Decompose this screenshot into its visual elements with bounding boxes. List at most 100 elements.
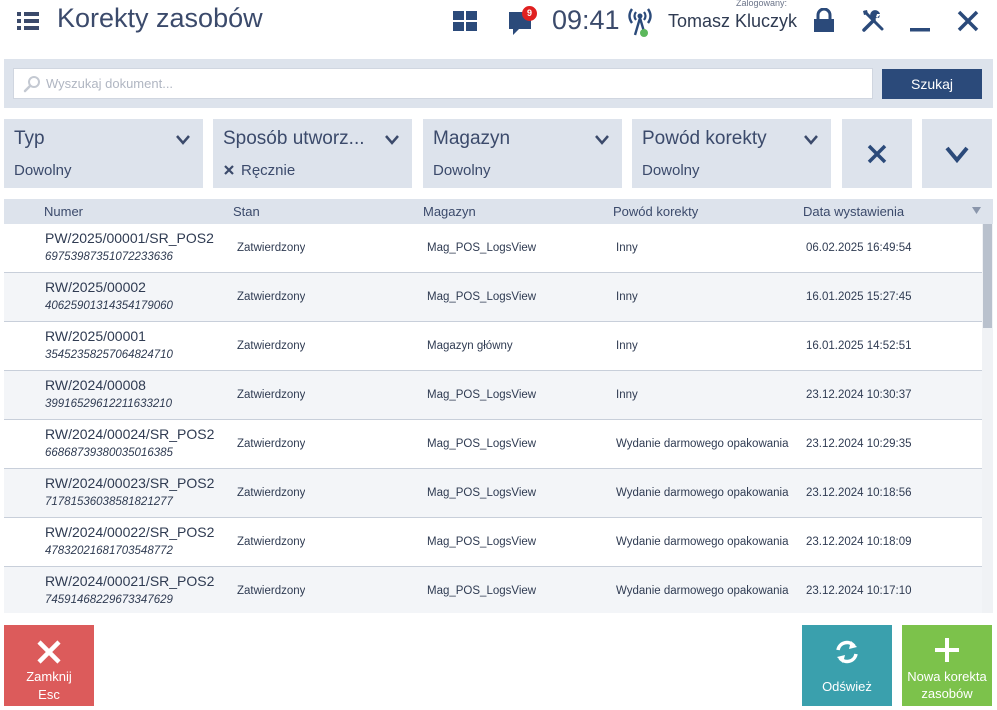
document-number: RW/2024/00008 — [45, 377, 146, 393]
document-date: 23.12.2024 10:29:35 — [806, 438, 912, 450]
close-icon — [37, 640, 61, 664]
document-reason: Inny — [616, 242, 638, 254]
document-number: RW/2024/00023/SR_POS2 — [45, 475, 215, 491]
filter-value: Ręcznie — [223, 162, 295, 179]
document-code: 40625901314354179060 — [45, 300, 173, 312]
search-field — [13, 68, 873, 99]
table-row[interactable]: RW/2024/00022/SR_POS2 478320216817035487… — [4, 518, 982, 567]
document-status: Zatwierdzony — [237, 438, 306, 450]
table-row[interactable]: RW/2025/00002 40625901314354179060 Zatwi… — [4, 273, 982, 322]
document-code: 71781536038581821277 — [45, 496, 173, 508]
document-status: Zatwierdzony — [237, 291, 306, 303]
page-title: Korekty zasobów — [57, 3, 263, 33]
document-warehouse: Mag_POS_LogsView — [427, 536, 537, 548]
scrollbar-thumb[interactable] — [983, 224, 992, 328]
document-code: 74591468229673347629 — [45, 594, 173, 606]
column-header-number[interactable]: Numer — [44, 204, 83, 219]
minimize-icon[interactable] — [908, 8, 932, 34]
filter-title: Typ — [14, 128, 45, 149]
table-header: Numer Stan Magazyn Powód korekty Data wy… — [4, 199, 993, 224]
new-button-label-line1: Nowa korekta — [907, 669, 987, 684]
chevron-down-icon — [176, 135, 190, 145]
close-button-shortcut: Esc — [38, 687, 60, 702]
notifications-button[interactable]: 9 — [507, 6, 537, 37]
document-warehouse: Mag_POS_LogsView — [427, 242, 537, 254]
tiles-icon[interactable] — [452, 10, 478, 32]
table-row[interactable]: RW/2024/00024/SR_POS2 668687393800350163… — [4, 420, 982, 469]
app-header: Korekty zasobów 9 09:41 Zalogowany: Toma… — [0, 0, 997, 46]
table-row[interactable]: RW/2024/00023/SR_POS2 717815360385818212… — [4, 469, 982, 518]
column-header-date[interactable]: Data wystawienia — [803, 204, 904, 219]
document-number: PW/2025/00001/SR_POS2 — [45, 230, 214, 246]
search-icon — [23, 76, 40, 93]
document-warehouse: Mag_POS_LogsView — [427, 585, 537, 597]
document-reason: Inny — [616, 340, 638, 352]
chevron-down-icon — [804, 135, 818, 145]
document-warehouse: Mag_POS_LogsView — [427, 438, 537, 450]
refresh-button[interactable]: Odśwież — [802, 625, 892, 706]
refresh-button-label: Odśwież — [822, 679, 872, 694]
remove-icon[interactable] — [223, 164, 235, 176]
document-number: RW/2024/00024/SR_POS2 — [45, 426, 215, 442]
close-button-label: Zamknij — [26, 669, 72, 684]
table-row[interactable]: RW/2025/00001 35452358257064824710 Zatwi… — [4, 322, 982, 371]
sort-descending-icon — [972, 207, 981, 214]
document-reason: Inny — [616, 389, 638, 401]
scrollbar[interactable] — [982, 224, 993, 613]
document-status: Zatwierdzony — [237, 340, 306, 352]
document-reason: Wydanie darmowego opakowania — [616, 536, 789, 548]
column-header-status[interactable]: Stan — [233, 204, 260, 219]
filter-value: Dowolny — [14, 162, 72, 179]
tools-icon[interactable] — [860, 8, 886, 34]
document-status: Zatwierdzony — [237, 242, 306, 254]
refresh-icon — [836, 640, 858, 664]
search-bar: Szukaj — [4, 59, 993, 108]
chevron-down-icon — [595, 135, 609, 145]
filter-reason[interactable]: Powód korekty Dowolny — [632, 119, 831, 188]
new-button-label-line2: zasobów — [921, 686, 973, 701]
table-row[interactable]: PW/2025/00001/SR_POS2 697539873510722336… — [4, 224, 982, 273]
filter-warehouse[interactable]: Magazyn Dowolny — [423, 119, 622, 188]
document-code: 47832021681703548772 — [45, 545, 173, 557]
filter-creation-method[interactable]: Sposób utworz... Ręcznie — [213, 119, 412, 188]
search-button[interactable]: Szukaj — [882, 69, 982, 99]
new-correction-button[interactable]: Nowa korekta zasobów — [902, 625, 992, 706]
filter-type[interactable]: Typ Dowolny — [4, 119, 203, 188]
table-row[interactable]: RW/2024/00008 39916529612211633210 Zatwi… — [4, 371, 982, 420]
clear-filters-button[interactable] — [842, 119, 912, 188]
search-input[interactable] — [46, 69, 866, 98]
filter-value-text: Ręcznie — [241, 162, 296, 179]
hamburger-icon[interactable] — [14, 9, 42, 33]
document-date: 23.12.2024 10:18:56 — [806, 487, 912, 499]
document-reason: Wydanie darmowego opakowania — [616, 585, 789, 597]
chevron-down-icon — [945, 146, 969, 163]
plus-icon — [935, 638, 959, 662]
signal-tower-icon — [628, 8, 652, 37]
document-list: PW/2025/00001/SR_POS2 697539873510722336… — [4, 224, 982, 613]
filter-value: Dowolny — [433, 162, 491, 179]
close-icon[interactable] — [956, 8, 980, 34]
document-date: 16.01.2025 15:27:45 — [806, 291, 912, 303]
document-code: 66868739380035016385 — [45, 447, 173, 459]
document-warehouse: Mag_POS_LogsView — [427, 487, 537, 499]
document-date: 23.12.2024 10:17:10 — [806, 585, 912, 597]
table-row[interactable]: RW/2024/00021/SR_POS2 745914682296733476… — [4, 567, 982, 613]
document-number: RW/2025/00002 — [45, 279, 146, 295]
document-reason: Inny — [616, 291, 638, 303]
column-header-reason[interactable]: Powód korekty — [613, 204, 698, 219]
lock-icon[interactable] — [812, 8, 836, 34]
document-date: 06.02.2025 16:49:54 — [806, 242, 912, 254]
document-code: 69753987351072233636 — [45, 251, 173, 263]
document-date: 23.12.2024 10:30:37 — [806, 389, 912, 401]
filter-value: Dowolny — [642, 162, 700, 179]
document-number: RW/2024/00021/SR_POS2 — [45, 573, 215, 589]
filter-title: Powód korekty — [642, 128, 767, 149]
document-status: Zatwierdzony — [237, 536, 306, 548]
column-header-warehouse[interactable]: Magazyn — [423, 204, 476, 219]
expand-filters-button[interactable] — [922, 119, 992, 188]
document-code: 39916529612211633210 — [45, 398, 173, 410]
user-name: Tomasz Kluczyk — [668, 11, 798, 31]
close-button[interactable]: Zamknij Esc — [4, 625, 94, 706]
chevron-down-icon — [385, 135, 399, 145]
document-number: RW/2024/00022/SR_POS2 — [45, 524, 215, 540]
